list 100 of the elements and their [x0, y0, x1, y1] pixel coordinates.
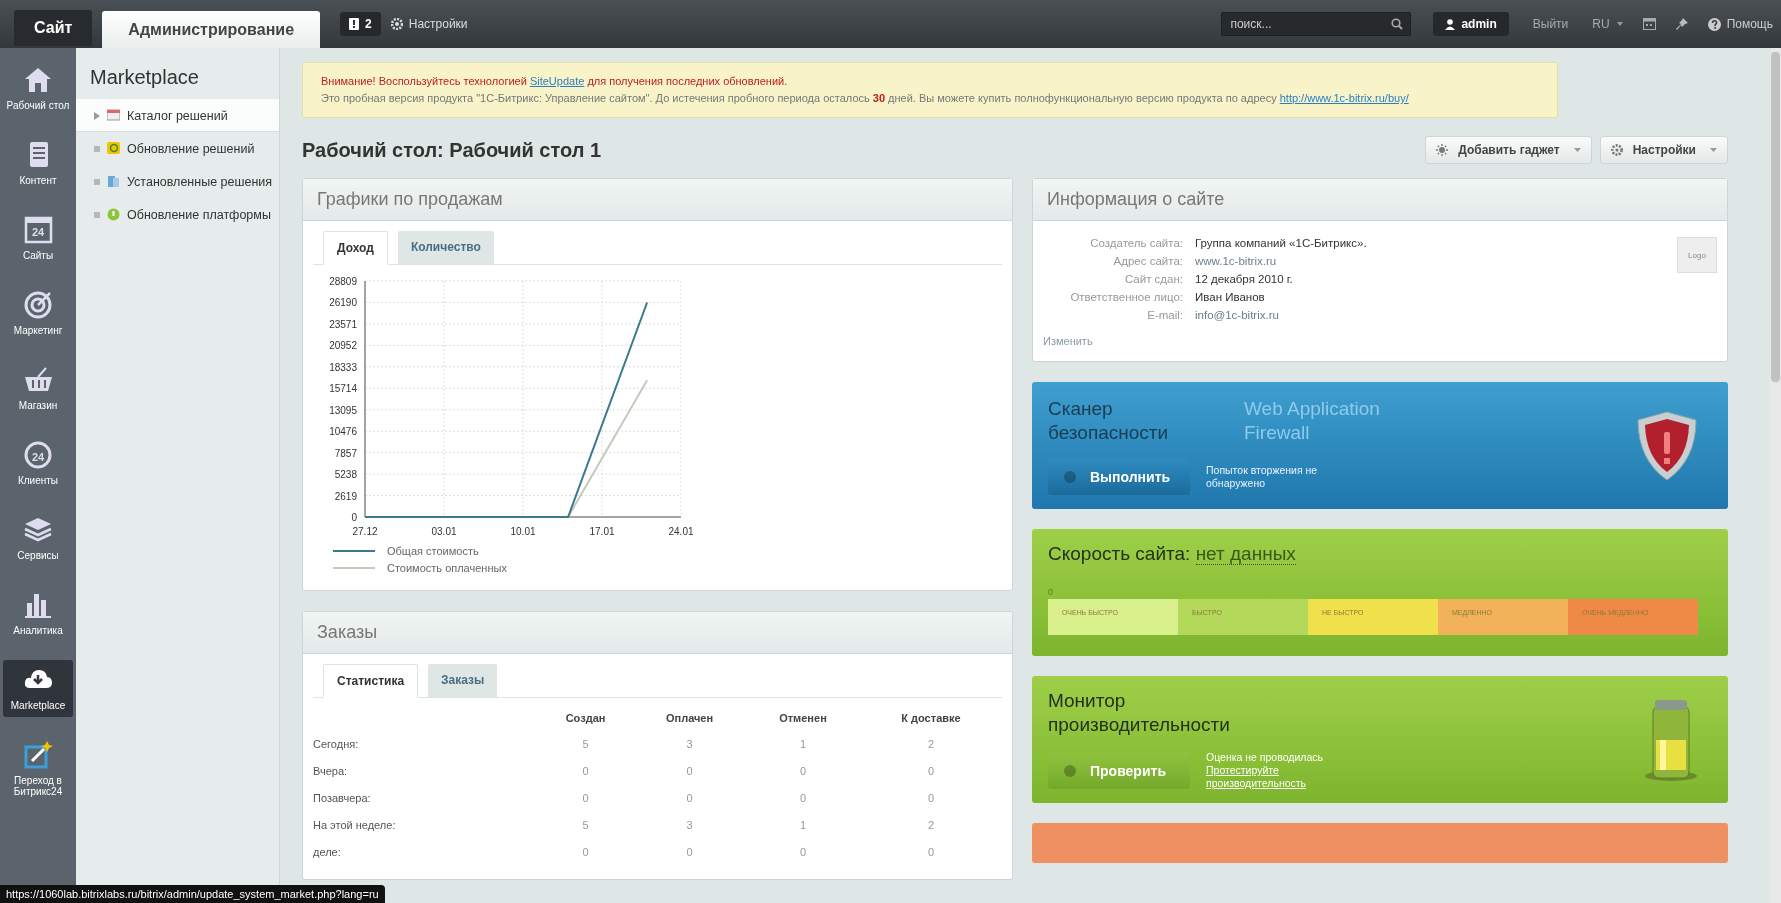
scrollbar-thumb[interactable] — [1771, 52, 1780, 382]
search-field[interactable]: поиск... — [1221, 12, 1412, 36]
page-title: Рабочий стол: Рабочий стол 1 — [302, 138, 602, 162]
table-cell-text: 0 — [798, 763, 808, 779]
table-cell-text: 0 — [685, 844, 694, 860]
sidebar-item[interactable]: Marketplace — [3, 660, 73, 717]
battery-icon — [1644, 697, 1698, 782]
sidebar-item[interactable]: Аналитика — [3, 585, 73, 642]
person-icon — [1445, 18, 1456, 30]
table-cell-text: 0 — [685, 763, 694, 779]
search-icon — [1391, 18, 1404, 30]
menu-item[interactable]: Обновление платформы — [76, 198, 279, 231]
help-link[interactable]: Помощь — [1707, 17, 1773, 31]
x-tick-label: 17.01 — [589, 526, 615, 537]
window-icon — [107, 109, 120, 122]
bullet-icon — [94, 211, 100, 218]
field-value: 12 декабря 2010 г. — [1195, 273, 1294, 285]
scale-zero: 0 — [1048, 587, 1054, 597]
row-label: На этой неделе: — [313, 817, 397, 833]
status-text: Попыток вторжения не обнаружено — [1206, 463, 1319, 490]
table-cell-text: 0 — [685, 790, 694, 806]
x-tick-label: 03.01 — [431, 526, 457, 537]
sun-icon — [1436, 144, 1449, 156]
icon-number: 24 — [30, 226, 46, 238]
legend-label: Общая стоимость — [387, 544, 479, 557]
sidebar-item[interactable]: 24 Клиенты — [3, 435, 73, 492]
y-tick-label: 20952 — [329, 340, 357, 352]
settings-button[interactable]: Настройки — [1599, 136, 1728, 164]
caret-icon — [1710, 148, 1717, 152]
edit-link[interactable]: Изменить — [1043, 335, 1717, 347]
y-tick-label: 28809 — [329, 276, 357, 287]
table-cell-text: 2 — [926, 736, 936, 752]
card-title: Информация о сайте — [1033, 179, 1727, 221]
warning-text: для получения последних обновлений. — [586, 75, 788, 87]
menu-item[interactable]: Обновление решений — [76, 132, 279, 165]
sidebar-label: Клиенты — [17, 475, 59, 486]
x-tick-label: 24.01 — [668, 526, 694, 537]
field-link[interactable]: www.1c-bitrix.ru — [1195, 255, 1367, 267]
language-selector[interactable]: RU — [1592, 17, 1623, 31]
y-tick-label: 15714 — [329, 383, 357, 395]
y-tick-label: 7857 — [334, 447, 357, 459]
card-title: Заказы — [303, 612, 1012, 654]
add-gadget-button[interactable]: Добавить гаджет — [1425, 136, 1592, 164]
sidebar-item[interactable]: Маркетинг — [3, 285, 73, 342]
run-button[interactable]: Выполнить — [1048, 458, 1190, 495]
sidebar-item[interactable]: Сервисы — [3, 510, 73, 567]
expand-arrow-icon — [94, 111, 100, 120]
logo-field[interactable]: Logo — [1677, 237, 1717, 273]
logout-link[interactable]: Выйти — [1532, 17, 1569, 31]
legend-swatch — [333, 549, 375, 552]
user-button[interactable]: admin — [1433, 12, 1509, 36]
gear-icon — [390, 18, 403, 30]
menu-item[interactable]: Каталог решений — [76, 99, 279, 132]
caret-icon — [1616, 22, 1623, 26]
legend-swatch — [333, 566, 375, 569]
table-cell-text: 1 — [798, 817, 808, 833]
scrollbar[interactable] — [1770, 48, 1781, 903]
pin-button[interactable] — [1675, 18, 1688, 30]
sidebar-label: Контент — [19, 175, 57, 186]
tab[interactable]: Заказы — [428, 664, 498, 697]
table-cell-text: 3 — [685, 736, 694, 752]
field-value: Группа компаний «1С-Битрикс». — [1195, 237, 1367, 249]
sidebar-item[interactable]: Контент — [3, 135, 73, 192]
sidebar-item[interactable]: 24 Сайты — [3, 210, 73, 267]
trial-text: Это пробная версия продукта "1С-Битрикс: Управление сайтом". До истечения пробного периода осталось 30 дней. Вы можете купить полнофункциональную версию продукта по адресу — [321, 92, 1278, 104]
sidebar-item[interactable]: Переход в Битрикс24 — [3, 735, 73, 803]
calendar-button[interactable] — [1642, 18, 1656, 30]
tab[interactable]: Количество — [397, 231, 494, 264]
menu-item[interactable]: Установленные решения — [76, 165, 279, 198]
tab[interactable]: Статистика — [323, 664, 419, 698]
legend-label: Стоимость оплаченных — [387, 561, 507, 574]
field-label: Создатель сайта: — [1089, 237, 1183, 249]
table-cell-text: 2 — [926, 817, 936, 833]
notifications-button[interactable]: 2 — [340, 12, 381, 36]
y-tick-label: 26190 — [329, 297, 357, 309]
sidebar-item[interactable]: Магазин — [3, 360, 73, 417]
buy-link[interactable]: http://www.1c-bitrix.ru/buy/ — [1279, 92, 1409, 104]
table-cell-text: 0 — [581, 790, 590, 806]
no-data-link[interactable]: нет данных — [1195, 543, 1296, 565]
sidebar-label: Сайты — [22, 250, 54, 261]
table-cell-text: 0 — [798, 790, 808, 806]
field-value: Иван Иванов — [1195, 291, 1266, 303]
table-cell-text: 0 — [581, 844, 590, 860]
field-link[interactable]: info@1c-bitrix.ru — [1195, 309, 1367, 321]
field-label: Ответственное лицо: — [1069, 291, 1183, 303]
table-cell-text: 1 — [798, 736, 808, 752]
y-tick-label: 18333 — [329, 361, 357, 373]
sidebar-item[interactable]: Рабочий стол — [3, 60, 73, 117]
shield-icon — [1636, 409, 1698, 482]
top-tab[interactable]: Сайт — [14, 10, 93, 46]
basket-icon — [23, 366, 53, 394]
warning-text: Внимание! Воспользуйтесь технологией — [321, 75, 528, 87]
siteupdate-link[interactable]: SiteUpdate — [529, 75, 585, 87]
field-label: E-mail: — [1146, 309, 1183, 321]
gear-icon — [1610, 144, 1623, 156]
top-tab[interactable]: Администрирование — [102, 11, 321, 48]
tab[interactable]: Доход — [323, 231, 388, 265]
column-header: Оплачен — [664, 711, 715, 726]
sidebar-label: Переход в Битрикс24 — [12, 775, 64, 797]
settings-link[interactable]: Настройки — [390, 17, 468, 31]
